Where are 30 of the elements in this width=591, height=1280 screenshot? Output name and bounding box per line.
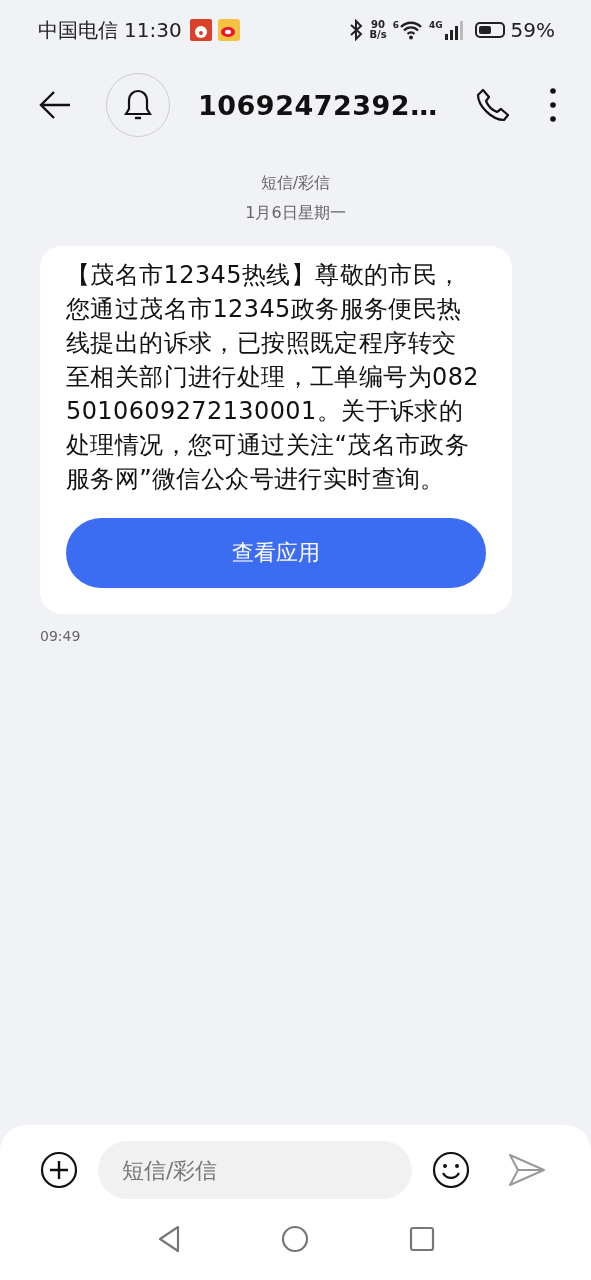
add-attachment-button[interactable] — [40, 1151, 78, 1189]
message-text: 【茂名市12345热线】尊敬的市民，您通过茂名市12345政务服务便民热线提出的诉求，已按照既定程序转交至相关部门进行处理，工单编号为0825010609272130001。关于诉求的处理情况，您可通过关注“茂名市政务服务网”微信公众号进行实时查询。 — [66, 260, 480, 495]
carrier-name: 中国电信 — [38, 16, 118, 44]
emoji-button[interactable] — [432, 1151, 470, 1189]
network-speed: 90 — [371, 20, 385, 30]
wifi-label: 6 — [392, 20, 399, 30]
bell-icon — [123, 88, 153, 122]
battery-percent: 59% — [510, 18, 555, 42]
nav-home-button[interactable] — [280, 1225, 309, 1253]
battery-icon — [474, 22, 505, 38]
message-input-field[interactable]: 短信/彩信 — [98, 1141, 412, 1199]
thread-date: 1月6日星期一 — [245, 202, 346, 224]
nav-back-button[interactable] — [156, 1225, 181, 1253]
message-time: 09:49 — [40, 628, 82, 644]
app-notification-icon — [189, 19, 212, 41]
status-time: 11:30 — [124, 18, 182, 42]
bluetooth-icon — [349, 19, 364, 41]
phone-call-button[interactable] — [475, 87, 511, 123]
view-app-button[interactable]: 查看应用 — [66, 518, 486, 588]
nav-recents-button[interactable] — [408, 1225, 435, 1253]
back-button[interactable] — [38, 90, 72, 120]
send-button[interactable] — [508, 1153, 546, 1187]
contact-number: 10692472392… — [198, 89, 439, 121]
message-channel: 短信/彩信 — [260, 172, 331, 194]
network-type-label: 4G — [428, 20, 443, 30]
signal-icon — [442, 20, 465, 40]
wifi-icon — [398, 20, 423, 40]
network-speed-unit: B/s — [369, 30, 387, 40]
more-options-button[interactable] — [549, 87, 557, 123]
weibo-icon — [217, 19, 240, 41]
